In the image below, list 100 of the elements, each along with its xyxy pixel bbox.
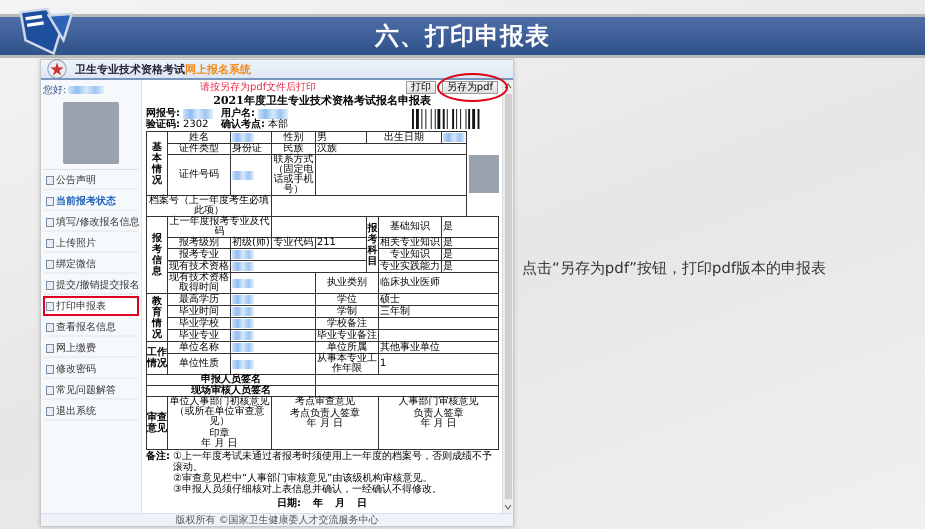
- field-value: 2302: [183, 119, 208, 130]
- menu-item[interactable]: 网上缴费: [43, 338, 139, 358]
- field-label: 专业实践能力: [380, 260, 440, 272]
- field-value: 身份证: [232, 143, 262, 154]
- field-label: 相关专业知识: [380, 237, 440, 248]
- field-label: 单位性质: [179, 358, 219, 369]
- notes-label: 备注:: [146, 451, 170, 464]
- field-label: 现场审核人员签名: [190, 385, 271, 396]
- field-label: 证件类型: [179, 143, 219, 154]
- redacted-block: [232, 343, 254, 352]
- field-label: 报考级别: [179, 237, 219, 248]
- toolbar-button[interactable]: 另存为pdf: [442, 81, 498, 94]
- field-label: 毕业时间: [179, 306, 219, 316]
- field-value: 临床执业医师: [380, 277, 440, 288]
- section-label: 报考科目: [367, 222, 378, 266]
- field-label: 单位名称: [179, 342, 219, 352]
- photo-placeholder: [63, 102, 119, 164]
- field-label: 最高学历: [179, 294, 219, 304]
- menu-item[interactable]: 常见问题解答: [43, 380, 139, 400]
- field-label: 报考专业: [179, 248, 219, 260]
- system-title: 卫生专业技术资格考试网上报名系统: [75, 62, 251, 76]
- field-label: 姓名: [189, 132, 209, 142]
- note-text: ①上一年度考试未通过者报考时须使用上一年度的档案号，否则成绩不予滚动。: [173, 451, 493, 473]
- signature-label: 考点负责人签章: [288, 409, 361, 419]
- redacted-block: [68, 86, 104, 94]
- signature-label: 负责人签章: [412, 409, 465, 419]
- caption-text: 点击“另存为pdf”按钮，打印pdf版本的申报表: [522, 259, 826, 278]
- field-label: 执业类别: [326, 277, 367, 288]
- scroll-down-icon[interactable]: [504, 504, 512, 510]
- field-label: 上一年度报考专业及代码: [169, 216, 270, 237]
- menu-item[interactable]: 公告声明: [43, 170, 139, 190]
- field-value: 1: [380, 358, 386, 369]
- menu-item[interactable]: 查看报名信息: [43, 317, 139, 337]
- date-label: 日期:: [277, 496, 301, 510]
- field-label: 毕业专业备注: [316, 330, 377, 340]
- section-label: 基本情况: [152, 142, 162, 186]
- scrollbar[interactable]: [502, 80, 513, 513]
- menu-item[interactable]: 打印申报表: [43, 296, 139, 316]
- field-label: 基础知识: [390, 221, 430, 232]
- field-label: 证件号码: [179, 169, 219, 180]
- date-part: 日: [357, 497, 367, 510]
- date-label: 年 月 日: [200, 439, 239, 449]
- field-label: 学位: [336, 294, 357, 304]
- redacted-block: [258, 108, 288, 118]
- field-label: 用户名:: [221, 108, 255, 119]
- field-value: 其他事业单位: [380, 342, 440, 352]
- field-label: 现有技术资格取得时间: [169, 272, 229, 293]
- redacted-block: [232, 170, 254, 180]
- field-label: 现有技术资格: [169, 260, 229, 272]
- menu-item[interactable]: 填写/修改报名信息: [43, 212, 139, 232]
- review-heading: 人事部门审核意见: [398, 397, 480, 407]
- field-value: 三年制: [380, 306, 410, 316]
- redacted-block: [232, 278, 254, 288]
- menu-item[interactable]: 退出系统: [43, 401, 139, 421]
- toolbar-button[interactable]: 打印: [406, 81, 436, 94]
- redacted-block: [442, 133, 465, 142]
- redacted-block: [232, 331, 254, 340]
- date-label: 年 月 日: [419, 419, 458, 429]
- field-label: 验证码:: [146, 119, 180, 130]
- redacted-block: [232, 360, 254, 368]
- menu-item[interactable]: 绑定微信: [43, 254, 139, 274]
- slide-title: 六、打印申报表: [375, 21, 550, 52]
- field-label: 申报人员签名: [200, 374, 261, 385]
- review-heading: 单位人事部门初核意见（或所在单位审查意见）: [169, 397, 270, 427]
- field-label: 出生日期: [384, 132, 424, 142]
- field-label: 网报号:: [146, 108, 180, 119]
- field-value: 硕士: [380, 294, 400, 304]
- field-label: 民族: [283, 143, 304, 154]
- field-value: 是: [442, 221, 453, 232]
- date-part: 月: [335, 497, 345, 510]
- field-label: 档案号（上一年度考生必填此项）: [148, 195, 269, 216]
- menu-item[interactable]: 上传照片: [43, 233, 139, 253]
- field-value: 汉族: [316, 143, 337, 154]
- redacted-block: [232, 250, 254, 259]
- note-text: ③申报人员须仔细核对上表信息并确认，一经确认不得修改。: [173, 484, 443, 495]
- field-label: 确认考点:: [221, 119, 265, 130]
- hint-text: 请按另存为pdf文件后打印: [200, 82, 316, 93]
- date-label: 年 月 日: [306, 419, 344, 429]
- field-value: 男: [316, 132, 327, 142]
- copyright-footer: 版权所有 ©国家卫生健康委人才交流服务中心: [41, 513, 513, 526]
- field-label: 单位所属: [326, 342, 367, 352]
- field-label: 学校备注: [326, 318, 367, 328]
- review-heading: 考点审查意见: [294, 397, 356, 407]
- section-label: 教育情况: [152, 296, 162, 340]
- field-label: 从事本专业工作年限: [316, 353, 377, 374]
- menu-item[interactable]: 当前报考状态: [43, 191, 139, 211]
- field-value: 本部: [268, 119, 288, 130]
- menu-item[interactable]: 修改密码: [43, 359, 139, 379]
- field-label: 专业知识: [390, 248, 430, 260]
- field-label: 专业代码: [273, 237, 314, 248]
- field-value: 初级(师): [232, 237, 270, 248]
- redacted-block: [232, 262, 254, 271]
- scroll-up-icon[interactable]: [504, 83, 512, 89]
- field-value: 是: [442, 237, 453, 248]
- field-label: 毕业学校: [179, 318, 219, 328]
- redacted-block: [232, 307, 254, 316]
- note-text: ②审查意见栏中“人事部门审核意见”由该级机构审核意见。: [173, 473, 434, 484]
- redacted-block: [183, 108, 213, 118]
- section-label: 工作情况: [147, 347, 167, 369]
- field-value: 211: [316, 237, 336, 248]
